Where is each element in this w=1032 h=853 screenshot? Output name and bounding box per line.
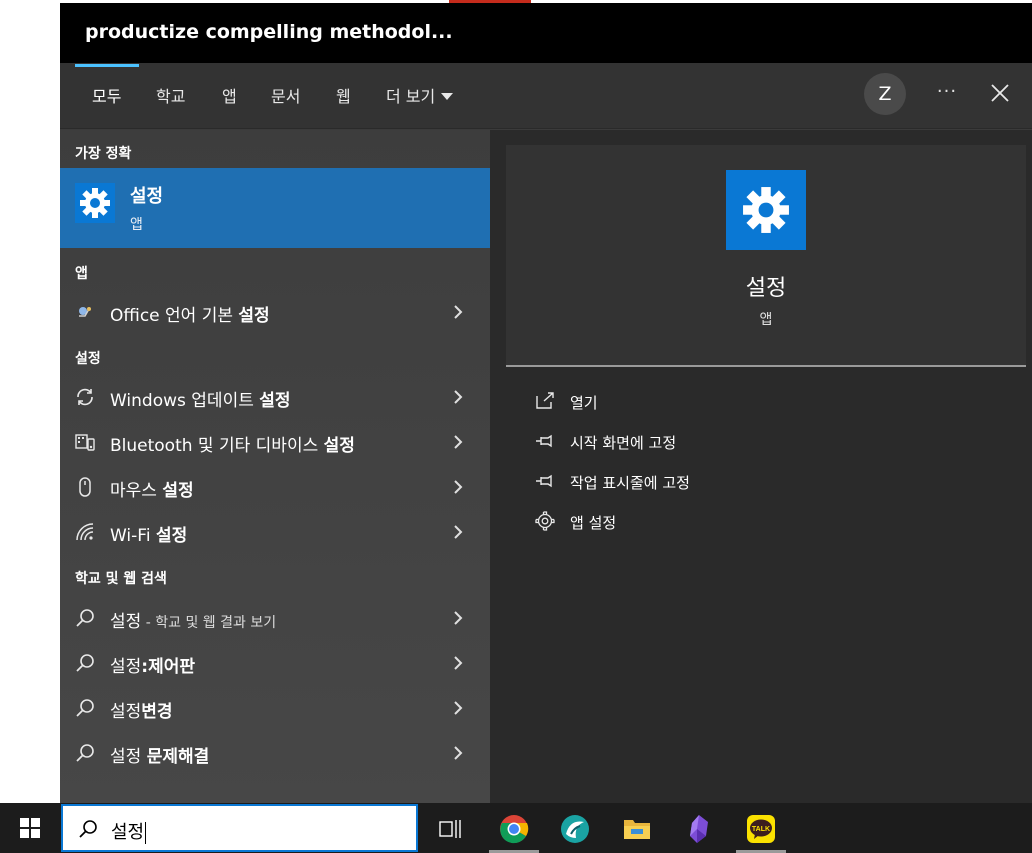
list-item-label: Wi-Fi 설정: [110, 526, 188, 546]
action-label: 시작 화면에 고정: [570, 434, 677, 452]
kakaotalk-button[interactable]: TALK: [731, 808, 791, 850]
chevron-right-icon: [454, 305, 463, 319]
list-item-web-results[interactable]: 설정 - 학교 및 웹 결과 보기: [60, 597, 490, 641]
list-item-change[interactable]: 설정변경: [60, 687, 490, 731]
list-item-label: 마우스 설정: [110, 481, 194, 501]
preview-title: 설정: [745, 276, 787, 301]
best-match-result[interactable]: [60, 168, 490, 248]
search-value: 설정: [111, 822, 147, 844]
section-web-search: 학교 및 웹 검색: [75, 571, 167, 587]
results-list: 가장 정확 설정 앱 앱 Office 언어 기본 설정 설정 Windows …: [60, 130, 490, 803]
list-item-label: Windows 업데이트 설정: [110, 391, 291, 411]
chevron-right-icon: [454, 390, 463, 404]
search-icon: [76, 699, 94, 717]
list-item-windows-update[interactable]: Windows 업데이트 설정: [60, 376, 490, 420]
list-item-label: Bluetooth 및 기타 디바이스 설정: [110, 436, 355, 456]
pin-icon: [536, 474, 552, 488]
gear-icon: [535, 511, 555, 531]
title-bar: productize compelling methodol...: [60, 3, 1032, 63]
search-icon: [76, 609, 94, 627]
kakaotalk-icon: TALK: [747, 815, 775, 843]
tab-web[interactable]: 웹: [336, 83, 351, 127]
chrome-button[interactable]: [484, 808, 544, 850]
devices-icon: [74, 431, 96, 453]
list-item-label: Office 언어 기본 설정: [110, 306, 270, 326]
list-item-mouse[interactable]: 마우스 설정: [60, 466, 490, 510]
divider: [506, 365, 1026, 367]
window-title: productize compelling methodol...: [85, 21, 453, 43]
chevron-right-icon: [454, 525, 463, 539]
list-item-troubleshoot[interactable]: 설정 문제해결: [60, 732, 490, 776]
tab-more[interactable]: 더 보기: [386, 83, 454, 127]
windows-logo-icon: [20, 818, 40, 838]
chrome-icon: [500, 815, 529, 844]
preview-card: 설정 앱: [506, 145, 1026, 367]
list-item-office-language[interactable]: Office 언어 기본 설정: [60, 291, 490, 335]
obsidian-icon: [690, 815, 708, 843]
section-best-match: 가장 정확: [75, 146, 132, 162]
action-label: 열기: [570, 394, 598, 412]
section-apps: 앱: [75, 266, 88, 282]
chevron-right-icon: [454, 611, 463, 625]
list-item-control-panel[interactable]: 설정:제어판: [60, 642, 490, 686]
tab-documents[interactable]: 문서: [271, 83, 300, 127]
gear-icon: [743, 187, 789, 233]
chevron-down-icon: [441, 92, 454, 100]
file-explorer-button[interactable]: [607, 808, 667, 850]
preview-pane: 설정 앱 열기 시작 화면에 고정 작업 표시줄에 고정 앱 설정: [490, 130, 1032, 803]
open-icon: [536, 392, 554, 409]
preview-subtitle: 앱: [759, 312, 773, 328]
close-button[interactable]: [986, 79, 1014, 107]
active-tab-indicator: [75, 64, 139, 67]
file-explorer-icon: [624, 820, 650, 839]
task-view-button[interactable]: [420, 808, 480, 850]
chevron-right-icon: [454, 656, 463, 670]
chevron-right-icon: [454, 480, 463, 494]
search-panel: productize compelling methodol... 모두 학교 …: [60, 3, 1032, 803]
gear-icon: [75, 183, 115, 223]
chevron-right-icon: [454, 701, 463, 715]
settings-app-icon: [726, 170, 806, 250]
list-item-label: 설정 - 학교 및 웹 결과 보기: [110, 612, 277, 632]
tab-apps[interactable]: 앱: [222, 83, 237, 127]
mouse-icon: [74, 476, 96, 498]
more-options-button[interactable]: ···: [932, 81, 962, 105]
search-icon: [79, 820, 97, 838]
app-icon: [561, 815, 589, 843]
search-icon: [76, 744, 94, 762]
sync-icon: [74, 386, 96, 408]
section-settings: 설정: [75, 351, 101, 367]
app-button[interactable]: [545, 808, 605, 850]
action-label: 앱 설정: [570, 514, 617, 532]
taskbar-search-input[interactable]: 설정: [61, 804, 418, 852]
action-label: 작업 표시줄에 고정: [570, 474, 690, 492]
wifi-icon: [74, 521, 96, 543]
list-item-label: 설정 문제해결: [110, 747, 210, 767]
pin-icon: [536, 434, 552, 448]
office-language-icon: [74, 301, 96, 323]
svg-text:TALK: TALK: [752, 826, 770, 833]
close-icon: [991, 84, 1009, 102]
tab-all[interactable]: 모두: [92, 83, 121, 127]
search-icon: [76, 654, 94, 672]
taskbar: 설정 TALK: [0, 803, 1032, 853]
start-button[interactable]: [0, 803, 60, 853]
list-item-label: 설정변경: [110, 702, 173, 722]
obsidian-button[interactable]: [669, 808, 729, 850]
chevron-right-icon: [454, 746, 463, 760]
tab-school[interactable]: 학교: [156, 83, 185, 127]
tab-more-label: 더 보기: [386, 87, 436, 106]
list-item-wifi[interactable]: Wi-Fi 설정: [60, 511, 490, 555]
list-item-label: 설정:제어판: [110, 657, 195, 677]
best-match-title: 설정: [130, 186, 164, 207]
list-item-bluetooth[interactable]: Bluetooth 및 기타 디바이스 설정: [60, 421, 490, 465]
best-match-subtitle: 앱: [130, 217, 143, 233]
avatar[interactable]: Z: [864, 73, 906, 115]
task-view-icon: [439, 820, 461, 838]
chevron-right-icon: [454, 435, 463, 449]
